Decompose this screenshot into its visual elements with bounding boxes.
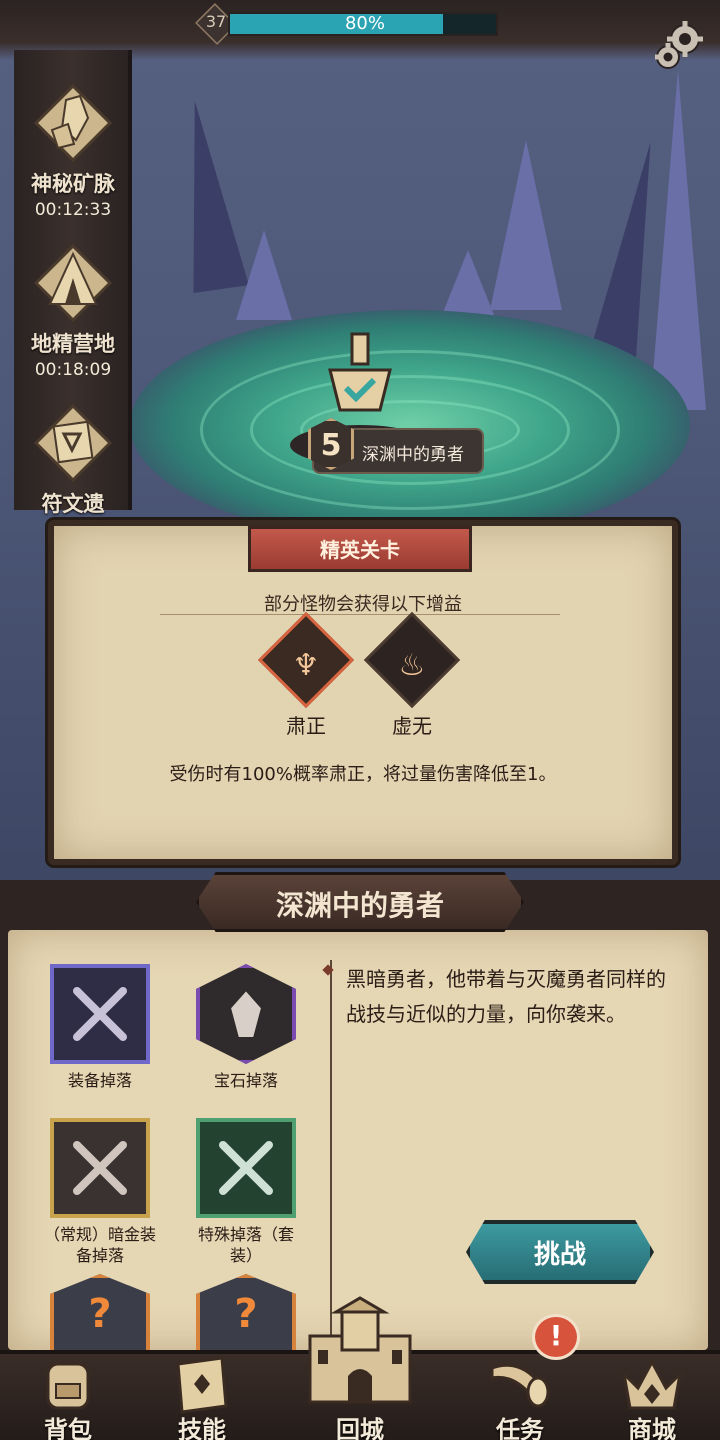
sidebar-item-camp[interactable]: 地精营地 00:18:09 xyxy=(14,238,132,380)
drop-special-set[interactable]: 特殊掉落（套装） xyxy=(186,1118,306,1266)
nav-label: 技能 xyxy=(178,1416,226,1440)
sidebar-item-label: 地精营地 xyxy=(31,332,115,356)
buff-label: 肃正 xyxy=(286,714,326,738)
activity-sidebar: 神秘矿脉 00:12:33 地精营地 00:18:09 符文遗 xyxy=(14,50,132,516)
stage-name: 深渊中的勇者 xyxy=(362,445,464,465)
crossed-swords-icon xyxy=(196,1118,296,1218)
buff-label: 虚无 xyxy=(392,714,432,738)
divider xyxy=(160,614,560,615)
buff-subtitle: 部分怪物会获得以下增益 xyxy=(264,594,462,615)
gem-icon xyxy=(196,964,296,1064)
nav-label: 任务 xyxy=(496,1416,544,1440)
buff-description: 受伤时有100%概率肃正，将过量伤害降低至1。 xyxy=(169,764,557,785)
xp-percent-text: 80% xyxy=(344,13,385,34)
crossed-swords-icon xyxy=(50,1118,150,1218)
drop-label: 宝石掉落 xyxy=(213,1071,278,1090)
mystery-icon: ? xyxy=(196,1274,296,1354)
drop-label: （常规）暗金装备掉落 xyxy=(43,1225,156,1265)
drop-label: 特殊掉落（套装） xyxy=(197,1225,294,1265)
column-divider xyxy=(330,960,332,1340)
sidebar-item-timer: 00:12:33 xyxy=(34,200,112,220)
nav-label: 商城 xyxy=(628,1416,676,1440)
drop-equipment[interactable]: 装备掉落 xyxy=(40,964,160,1091)
nav-label: 回城 xyxy=(336,1416,384,1440)
challenge-button[interactable] xyxy=(466,1220,654,1284)
buff-void[interactable]: ♨ 虚无 xyxy=(363,611,461,739)
skill-book-icon xyxy=(176,1356,228,1414)
goblin-tent-icon xyxy=(33,243,113,323)
nav-shop[interactable]: 商城 xyxy=(592,1354,712,1440)
xp-progress-bar: 80% xyxy=(228,12,498,36)
backpack-icon xyxy=(46,1362,90,1410)
drop-dark-gold-equipment[interactable]: （常规）暗金装备掉落 xyxy=(40,1118,160,1266)
horn-icon xyxy=(490,1363,550,1408)
sidebar-item-ruins[interactable]: 符文遗 xyxy=(14,398,132,518)
nav-label: 背包 xyxy=(44,1416,92,1440)
gear-icon xyxy=(655,21,703,69)
castle-icon[interactable] xyxy=(296,1296,424,1406)
mystery-icon: ? xyxy=(50,1274,150,1354)
drop-mystery[interactable]: ? xyxy=(186,1274,306,1354)
stage-number: 5 xyxy=(320,428,342,463)
nav-quests[interactable]: 任务 xyxy=(460,1354,580,1440)
sidebar-item-label: 神秘矿脉 xyxy=(31,172,115,196)
stage-title: 深渊中的勇者 xyxy=(275,889,444,922)
drop-gem[interactable]: 宝石掉落 xyxy=(186,964,306,1091)
drop-mystery[interactable]: ? xyxy=(40,1274,160,1354)
sidebar-item-label: 符文遗 xyxy=(41,492,105,516)
void-flame-glyph: ♨ xyxy=(398,648,426,683)
sidebar-item-mine[interactable]: 神秘矿脉 00:12:33 xyxy=(14,78,132,220)
nav-skills[interactable]: 技能 xyxy=(142,1354,262,1440)
quest-alert-badge: ! xyxy=(532,1314,580,1360)
trident-glyph: ♆ xyxy=(292,648,320,683)
crown-shop-icon xyxy=(621,1358,683,1410)
elite-banner-text: 精英关卡 xyxy=(320,538,400,562)
rune-ruin-icon xyxy=(33,403,113,483)
sidebar-item-timer: 00:18:09 xyxy=(34,360,112,380)
settings-button[interactable] xyxy=(650,18,706,74)
crossed-swords-icon xyxy=(50,964,150,1064)
boss-description: 黑暗勇者，他带着与灭魔勇者同样的战技与近似的力量，向你袭来。 xyxy=(346,967,666,1026)
crystal-mine-icon xyxy=(33,83,113,163)
drop-label: 装备掉落 xyxy=(67,1071,132,1090)
nav-backpack[interactable]: 背包 xyxy=(8,1354,128,1440)
buff-purge[interactable]: ♆ 肃正 xyxy=(257,611,355,739)
